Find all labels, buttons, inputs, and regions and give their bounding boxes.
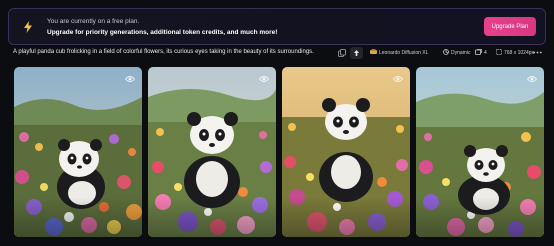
generation-header: A playful panda cub frolicking in a fiel… bbox=[13, 47, 545, 60]
generated-image-4[interactable] bbox=[416, 67, 544, 237]
images-icon bbox=[475, 49, 482, 55]
image-count-info: 4 bbox=[475, 49, 487, 56]
model-name: Leonardo Diffusion XL bbox=[379, 50, 429, 56]
arrow-up-icon bbox=[354, 50, 359, 56]
image-fade bbox=[416, 197, 544, 237]
image-fade bbox=[148, 197, 276, 237]
model-info: Leonardo Diffusion XL bbox=[370, 49, 428, 56]
upgrade-description: Upgrade for priority generations, additi… bbox=[47, 29, 278, 36]
style-name: Dynamic bbox=[451, 50, 471, 56]
image-dimensions: 768 x 1024px bbox=[504, 50, 535, 56]
image-count: 4 bbox=[484, 50, 487, 56]
more-options-icon[interactable] bbox=[533, 51, 542, 54]
generated-image-3[interactable] bbox=[282, 67, 410, 237]
upgrade-plan-button[interactable]: Upgrade Plan bbox=[484, 17, 536, 36]
dimensions-info: 768 x 1024px bbox=[496, 49, 534, 56]
image-fade bbox=[282, 197, 410, 237]
upgrade-banner: You are currently on a free plan. Upgrad… bbox=[8, 8, 546, 45]
eye-icon[interactable] bbox=[259, 75, 269, 83]
copy-icon[interactable] bbox=[338, 49, 346, 57]
style-info: Dynamic bbox=[443, 49, 470, 56]
generated-image-1[interactable] bbox=[14, 67, 142, 237]
lightning-bolt-icon bbox=[24, 21, 32, 33]
style-icon bbox=[443, 49, 449, 55]
model-icon bbox=[370, 49, 377, 54]
reuse-prompt-button[interactable] bbox=[350, 47, 363, 59]
image-fade bbox=[14, 197, 142, 237]
generated-image-2[interactable] bbox=[148, 67, 276, 237]
dimensions-icon bbox=[496, 49, 502, 55]
prompt-text: A playful panda cub frolicking in a fiel… bbox=[13, 49, 314, 55]
eye-icon[interactable] bbox=[527, 75, 537, 83]
free-plan-notice: You are currently on a free plan. bbox=[47, 18, 140, 25]
eye-icon[interactable] bbox=[393, 75, 403, 83]
eye-icon[interactable] bbox=[125, 75, 135, 83]
